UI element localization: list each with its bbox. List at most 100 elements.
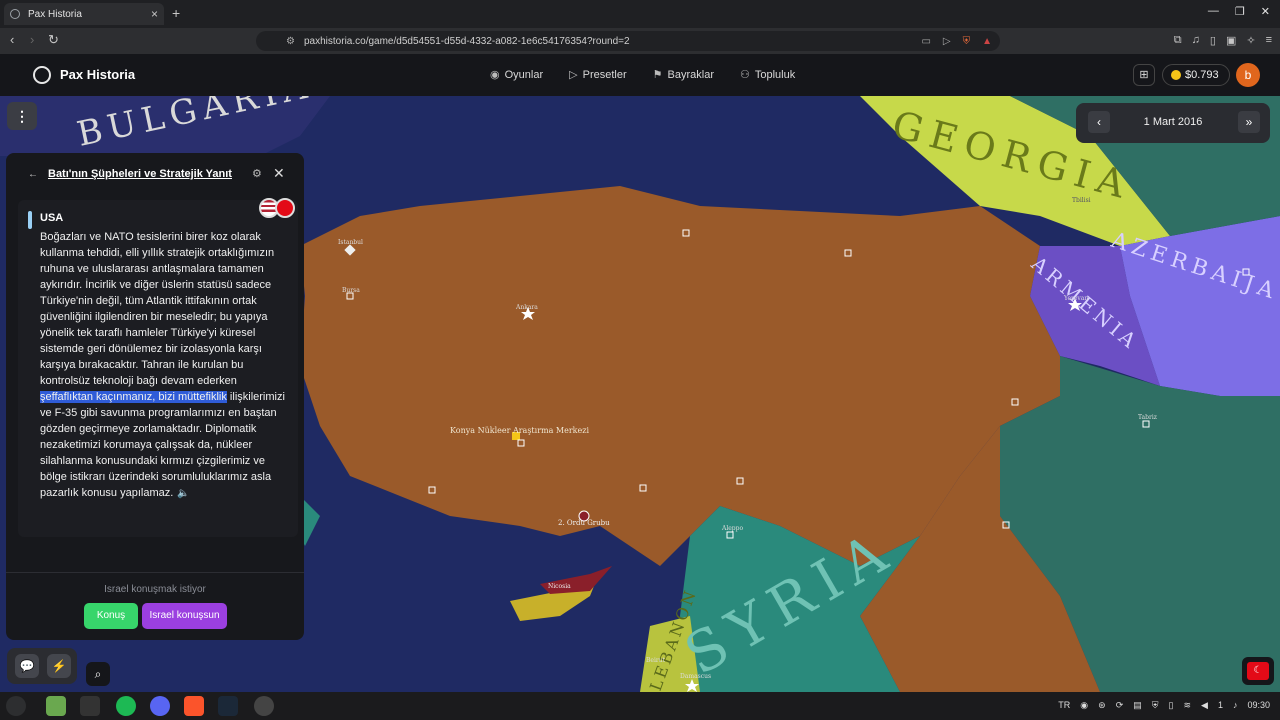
clipboard-icon[interactable]: ▤ [1133,700,1142,711]
avatar[interactable]: b [1236,63,1260,87]
system-tray: TR ◉ ⊛ ⟳ ▤ ⛨ ▯ ≋ ◀ 1 ♪ 09:30 [1058,700,1270,711]
brave-shield-icon[interactable]: ⛨ [963,36,971,47]
coin-icon [1171,70,1181,80]
nav-item-community[interactable]: ⚇ Topluluk [740,68,795,81]
city-label-bursa: Bursa [342,287,360,294]
city-label-nicosia: Nicosia [548,583,571,590]
chat-icon[interactable]: 💬 [15,654,39,678]
participant-flags [259,198,295,218]
browser-toolbar: ‹ › ↻ ⊓ ⚙ paxhistoria.co/game/d5d54551-d… [0,28,1280,54]
gift-icon[interactable]: ⊞ [1133,64,1155,86]
close-icon[interactable]: ✕ [273,165,285,182]
address-bar[interactable]: ⚙ paxhistoria.co/game/d5d54551-d55d-4332… [256,31,1000,51]
network-icon[interactable]: ⊛ [1098,700,1106,711]
steam-icon[interactable] [218,696,238,716]
new-tab-icon[interactable]: + [172,5,180,21]
keyboard-layout[interactable]: TR [1058,700,1070,711]
turkey-flag-icon [275,198,295,218]
speaker-icon[interactable]: 🔈 [177,488,189,499]
start-menu-icon[interactable] [6,696,26,716]
wants-to-talk-text: Israel konuşmak istiyor [104,584,206,595]
city-label-konya: Konya Nükleer Araştırma Merkezi [450,426,589,435]
city-label-yerevan: Yerevan [1063,295,1088,302]
gear-icon[interactable]: ⚙ [252,167,262,180]
wifi-icon[interactable]: ≋ [1183,700,1191,711]
talk-button[interactable]: Konuş [84,603,138,629]
url-text: paxhistoria.co/game/d5d54551-d55d-4332-a… [304,35,630,47]
rewards-icon[interactable]: ▲ [982,36,992,47]
chat-message: USA Boğazları ve NATO tesislerini birer … [18,198,298,537]
browser-tab[interactable]: Pax Historia × [4,3,164,25]
play-icon: ▷ [569,69,578,81]
selected-text: şeffaflıktan kaçınmanız, bizi müttefikli… [40,391,227,403]
globe-icon [10,9,20,19]
nav-item-presets[interactable]: ▷ Presetler [569,68,627,81]
city-label-aleppo: Aleppo [721,525,743,532]
music-icon[interactable]: ♪ [1233,700,1238,711]
reload-icon[interactable]: ↻ [48,32,59,48]
brave-icon[interactable] [184,696,204,716]
settings-icon[interactable] [254,696,274,716]
sender-accent-bar [28,211,32,229]
menu-icon[interactable]: ≡ [1266,34,1272,47]
flag-icon: ⚑ [652,69,663,81]
nav-item-flags[interactable]: ⚑ Bayraklar [653,68,714,81]
discord-icon[interactable] [150,696,170,716]
vpn-icon[interactable]: ⛨ [1152,700,1159,711]
maximize-icon[interactable]: ❐ [1235,5,1245,18]
city-label-tabriz: Tabriz [1138,414,1157,421]
forward-icon[interactable]: › [30,32,34,47]
balance-badge[interactable]: $0.793 [1162,64,1230,86]
bottom-toolbox: 💬 ⚡ [7,648,77,684]
extensions-icon[interactable]: ⧉ [1174,34,1182,47]
files-icon[interactable] [46,696,66,716]
brand-name[interactable]: Pax Historia [60,67,135,82]
gamepad-icon: ◉ [490,69,500,81]
diplomacy-panel: ← Batı'nın Şüpheleri ve Stratejik Yanıt … [6,153,304,640]
extensions-area: ⧉ ♫ ▯ ▣ ✧ ≡ [1174,34,1272,47]
balance-value: $0.793 [1185,69,1219,81]
previous-turn-button[interactable]: ‹ [1088,111,1110,133]
main-nav: ◉ Oyunlar ▷ Presetler ⚑ Bayraklar ⚇ Topluluk [490,68,795,81]
search-icon[interactable]: ⌕ [86,662,110,686]
player-country-button[interactable]: ☾ [1242,657,1274,685]
more-menu-button[interactable]: ⋮ [7,102,37,130]
discord-tray-icon[interactable]: ◉ [1080,700,1088,711]
play-icon[interactable]: ▷ [943,36,951,47]
divider [6,572,304,573]
wallet-icon[interactable]: ▣ [1226,34,1236,47]
users-icon: ⚇ [739,69,750,81]
nav-item-games[interactable]: ◉ Oyunlar [490,68,543,81]
close-window-icon[interactable]: ✕ [1261,5,1270,18]
minimize-icon[interactable]: — [1208,5,1219,18]
message-body: Boğazları ve NATO tesislerini birer koz … [40,231,285,499]
volume-icon[interactable]: ◀ [1201,700,1208,711]
current-date: 1 Mart 2016 [1143,116,1203,128]
back-arrow-icon[interactable]: ← [28,169,38,180]
tab-title: Pax Historia [28,8,82,20]
os-taskbar: TR ◉ ⊛ ⟳ ▤ ⛨ ▯ ≋ ◀ 1 ♪ 09:30 [0,692,1280,720]
close-tab-icon[interactable]: × [151,7,158,21]
back-icon[interactable]: ‹ [10,32,14,47]
date-panel: ‹ 1 Mart 2016 » [1076,103,1270,143]
turkey-flag-icon: ☾ [1247,662,1269,680]
site-info-icon[interactable]: ⚙ [286,36,295,47]
update-icon[interactable]: ⟳ [1116,700,1124,711]
battery-icon[interactable]: ▯ [1169,700,1174,711]
city-label-istanbul: Istanbul [338,239,363,246]
ai-icon[interactable]: ✧ [1246,34,1255,47]
cast-icon[interactable]: ▭ [921,36,930,47]
clock: 09:30 [1247,700,1270,710]
media-icon[interactable]: ♫ [1192,34,1200,47]
terminal-icon[interactable] [80,696,100,716]
lightning-icon[interactable]: ⚡ [47,654,71,678]
city-label-army: 2. Ordu Grubu [558,519,610,527]
notification-count[interactable]: 1 [1218,700,1223,711]
city-label-ankara: Ankara [515,304,538,311]
globe-logo-icon[interactable] [33,66,51,84]
panel-title[interactable]: Batı'nın Şüpheleri ve Stratejik Yanıt [48,168,232,180]
next-turn-button[interactable]: » [1238,111,1260,133]
let-israel-talk-button[interactable]: Israel konuşsun [142,603,227,629]
sidebar-icon[interactable]: ▯ [1210,34,1216,47]
spotify-icon[interactable] [116,696,136,716]
